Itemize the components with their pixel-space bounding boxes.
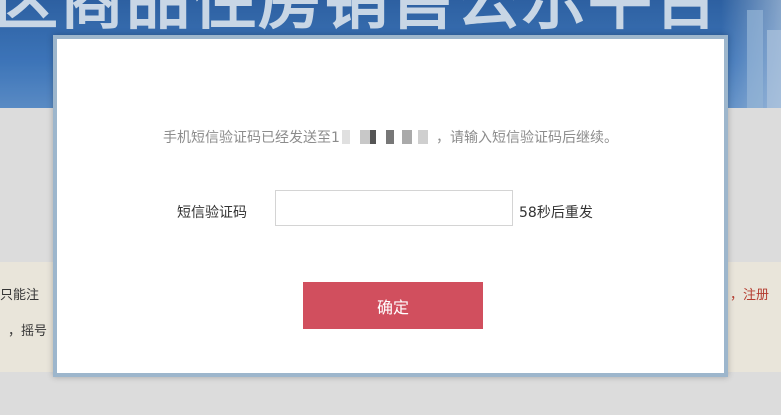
sms-sent-notice: 手机短信验证码已经发送至1 ，请输入短信验证码后继续。 [57, 127, 724, 147]
sms-verification-dialog: 手机短信验证码已经发送至1 ，请输入短信验证码后继续。 短信验证码 58秒后重发 … [53, 35, 728, 377]
notice-suffix: ，请输入短信验证码后继续。 [435, 130, 618, 146]
confirm-button[interactable]: 确定 [303, 282, 483, 329]
resend-countdown: 58秒后重发 [519, 205, 593, 221]
notice-prefix: 手机短信验证码已经发送至1 [163, 130, 340, 146]
masked-phone-number [341, 130, 434, 144]
sms-code-label: 短信验证码 [177, 205, 247, 221]
sms-code-input[interactable] [275, 190, 513, 226]
